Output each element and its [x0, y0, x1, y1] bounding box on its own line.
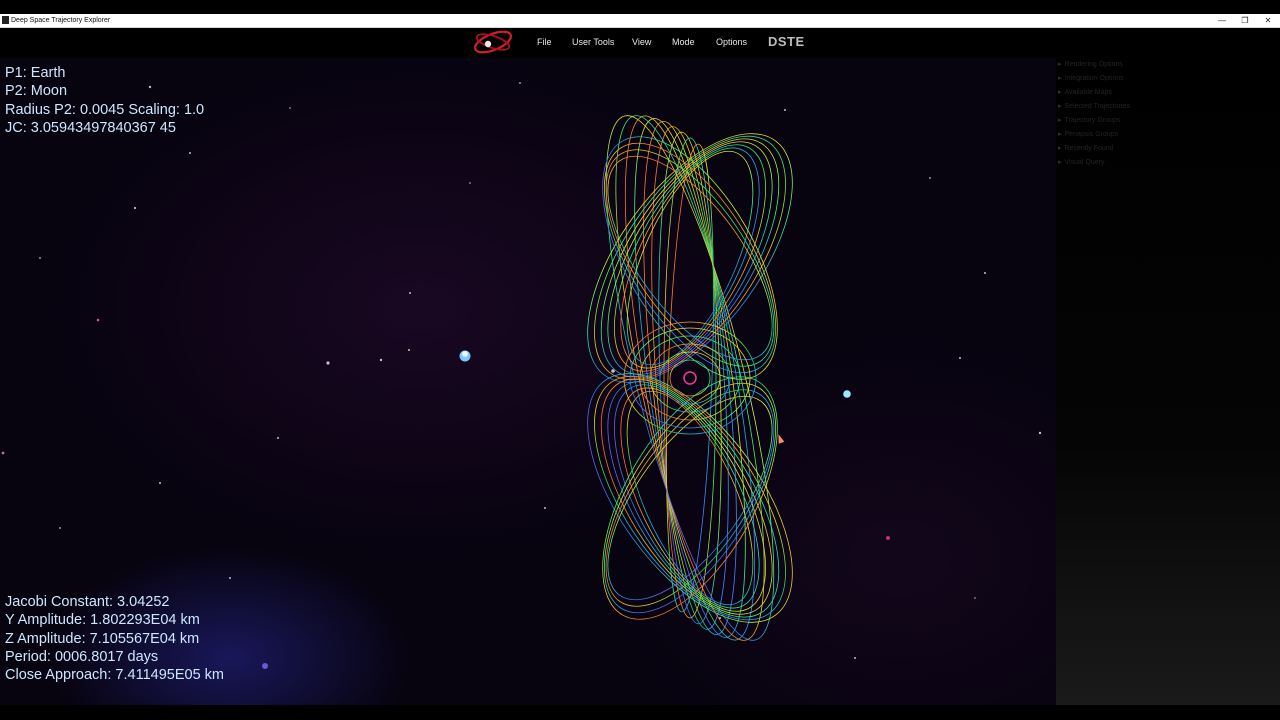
panel-visual-query[interactable]: ▸ Visual Query [1058, 158, 1104, 168]
moon-marker [843, 390, 851, 398]
maximize-button[interactable]: ❐ [1234, 14, 1256, 27]
window-titlebar: Deep Space Trajectory Explorer — ❐ ✕ [0, 14, 1280, 28]
expand-arrow-icon: ▸ [1058, 103, 1062, 110]
expand-arrow-icon: ▸ [1058, 159, 1062, 166]
trajectory-family [587, 115, 793, 641]
hud-orbit-info: Jacobi Constant: 3.04252 Y Amplitude: 1.… [5, 593, 224, 684]
panel-integration-options[interactable]: ▸ Integration Options [1058, 74, 1124, 84]
dste-logo [474, 30, 512, 54]
background-stars [1, 82, 1042, 669]
top-gap [0, 0, 1280, 14]
panel-periapsis-groups[interactable]: ▸ Periapsis Groups [1058, 130, 1118, 140]
hud-jacobi-constant: Jacobi Constant: 3.04252 [5, 594, 170, 610]
panel-selected-trajectories[interactable]: ▸ Selected Trajectories [1058, 102, 1130, 112]
expand-arrow-icon: ▸ [1058, 61, 1062, 68]
hud-close-approach: Close Approach: 7.411495E05 km [5, 667, 224, 684]
close-button[interactable]: ✕ [1257, 14, 1279, 27]
window-title: Deep Space Trajectory Explorer [11, 17, 111, 24]
options-panel [1056, 58, 1280, 705]
hud-p2: P2: Moon [5, 83, 68, 100]
expand-arrow-icon: ▸ [1058, 131, 1062, 138]
panel-recently-found[interactable]: ▸ Recently Found [1058, 144, 1114, 154]
hud-radius-scaling: Radius P2: 0.0045 Scaling: 1.0 [5, 101, 205, 118]
primary-bodies [459, 350, 851, 398]
minimize-button[interactable]: — [1211, 14, 1233, 27]
hud-system-info: P1: Earth P2: Moon Radius P2: 0.0045 Sca… [5, 64, 204, 137]
panel-trajectory-groups[interactable]: ▸ Trajectory Groups [1058, 116, 1120, 126]
hud-z-amplitude: Z Amplitude: 7.105567E04 km [5, 630, 200, 647]
menu-view[interactable]: View [632, 35, 651, 49]
expand-arrow-icon: ▸ [1058, 117, 1062, 124]
bottom-bar [0, 705, 1280, 720]
menu-file[interactable]: File [537, 35, 552, 49]
menu-user-tools[interactable]: User Tools [572, 35, 614, 49]
expand-arrow-icon: ▸ [1058, 145, 1062, 152]
hud-jacobi-jc: JC: 3.05943497840367 45 [5, 119, 176, 136]
expand-arrow-icon: ▸ [1058, 89, 1062, 96]
panel-available-maps[interactable]: ▸ Available Maps [1058, 88, 1112, 98]
panel-rendering-options[interactable]: ▸ Rendering Options [1058, 60, 1123, 70]
brand-label: DSTE [768, 34, 805, 49]
menu-options[interactable]: Options [716, 35, 747, 49]
expand-arrow-icon: ▸ [1058, 75, 1062, 82]
hud-period: Period: 0006.8017 days [5, 648, 159, 665]
app-icon [2, 16, 9, 24]
hud-p1: P1: Earth [5, 65, 66, 81]
hud-y-amplitude: Y Amplitude: 1.802293E04 km [5, 612, 200, 629]
menu-mode[interactable]: Mode [672, 35, 695, 49]
